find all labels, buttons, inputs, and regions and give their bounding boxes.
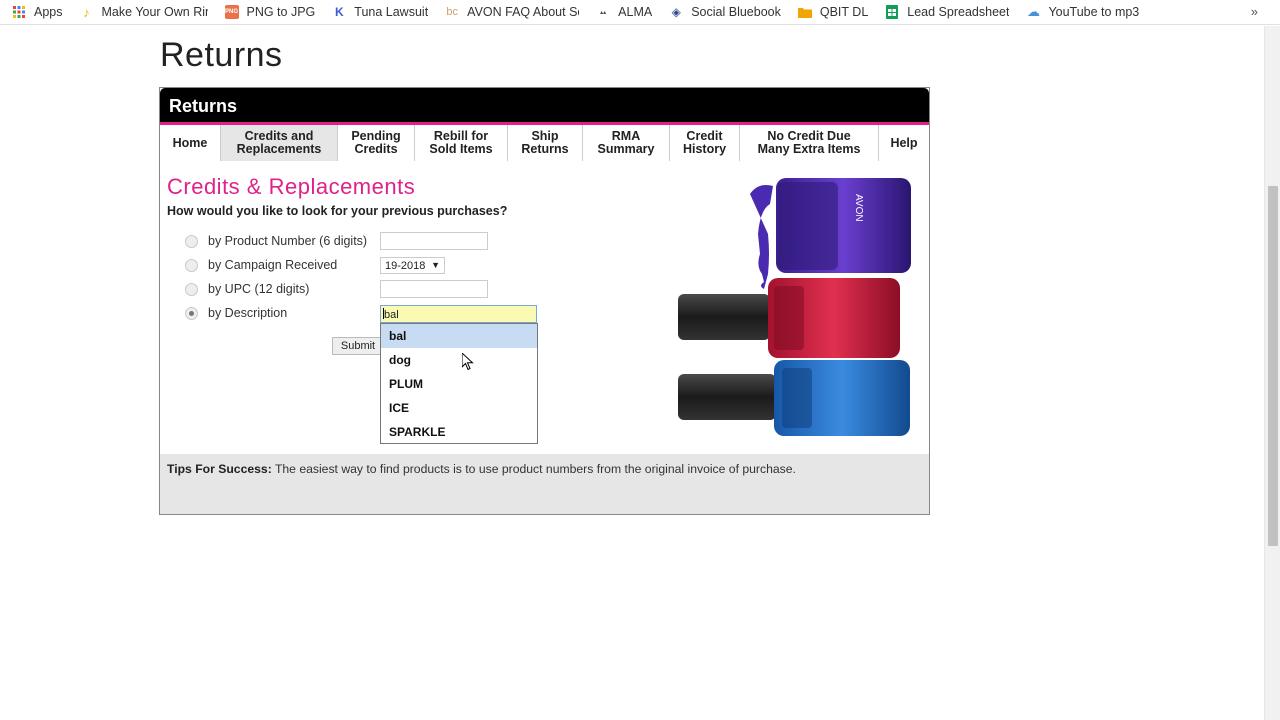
page-scrollbar[interactable] — [1264, 26, 1280, 720]
bottle-brand-text: AVON — [853, 194, 864, 222]
autocomplete-dropdown: bal dog PLUM ICE SPARKLE — [380, 323, 538, 444]
returns-panel: Returns Home Credits and Replacements Pen… — [159, 87, 930, 515]
alma-icon: ▴▴ — [600, 9, 607, 16]
bookmark-label: QBIT DL — [819, 5, 869, 19]
upc-input[interactable] — [380, 280, 488, 298]
submit-button[interactable]: Submit — [332, 337, 384, 355]
page-title: Returns — [160, 36, 283, 74]
radio-campaign[interactable] — [185, 258, 198, 272]
bookmark-label: ALMA — [618, 5, 653, 19]
nav-no-credit-due[interactable]: No Credit Due Many Extra Items — [740, 125, 879, 161]
bookmark-label: Make Your Own Ring — [101, 5, 208, 19]
nav-label: Help — [890, 135, 918, 150]
option-description[interactable]: by Description — [185, 306, 287, 320]
description-input[interactable]: bal — [380, 305, 537, 323]
nav-label-line1: Rebill for — [433, 129, 489, 143]
nav-ship-returns[interactable]: Ship Returns — [508, 125, 583, 161]
bookmark-label: Lead Spreadsheet — [907, 5, 1010, 19]
nav-label-line1: Pending — [351, 129, 401, 143]
bookmark-label: PNG to JPG — [246, 5, 316, 19]
nav-label-line2: Returns — [521, 142, 569, 156]
bookmark-qbit-dl[interactable]: QBIT DL — [797, 5, 869, 19]
nav-rma-summary[interactable]: RMA Summary — [583, 125, 670, 161]
nav-label-line2: Summary — [597, 142, 655, 156]
nav-label-line2: Many Extra Items — [757, 142, 861, 156]
bookmark-label: YouTube to mp3 — [1048, 5, 1140, 19]
scrollbar-thumb[interactable] — [1268, 186, 1278, 546]
suggestion-item[interactable]: PLUM — [381, 372, 537, 396]
nav-credit-history[interactable]: Credit History — [670, 125, 740, 161]
option-label: by Description — [208, 306, 288, 320]
nav-credits-replacements[interactable]: Credits and Replacements — [221, 125, 338, 161]
nav-pending-credits[interactable]: Pending Credits — [338, 125, 415, 161]
option-label: by Product Number (6 digits) — [208, 234, 368, 248]
mouse-cursor-icon — [461, 351, 474, 376]
tips-text: The easiest way to find products is to u… — [274, 462, 796, 476]
bookmark-alma[interactable]: ▴▴ ALMA — [596, 5, 652, 19]
panel-header: Returns — [160, 88, 929, 122]
nav-help[interactable]: Help — [879, 125, 929, 161]
folder-icon — [797, 5, 812, 19]
search-question: How would you like to look for your prev… — [167, 204, 508, 218]
bookmark-social-bluebook[interactable]: ◈ Social Bluebook — [669, 5, 781, 19]
bookmark-label: AVON FAQ About Se — [467, 5, 580, 19]
campaign-select[interactable]: 19-2018 ▼ — [380, 257, 445, 274]
book-icon: ◈ — [671, 5, 681, 19]
sheets-icon — [885, 5, 899, 19]
option-product-number[interactable]: by Product Number (6 digits) — [185, 234, 367, 248]
suggestion-item[interactable]: SPARKLE — [381, 420, 537, 444]
nav-home[interactable]: Home — [160, 125, 221, 161]
bookmark-avon-faq[interactable]: bc AVON FAQ About Se — [445, 5, 579, 19]
option-label: by UPC (12 digits) — [208, 282, 310, 296]
bookmark-apps[interactable]: Apps — [12, 5, 63, 19]
bc-icon: bc — [446, 6, 458, 18]
radio-description[interactable] — [185, 306, 198, 320]
music-note-icon: ♪ — [83, 5, 90, 19]
suggestion-item[interactable]: ICE — [381, 396, 537, 420]
bookmarks-bar: Apps ♪ Make Your Own Ring PNG PNG to JPG… — [0, 0, 1280, 25]
option-upc[interactable]: by UPC (12 digits) — [185, 282, 309, 296]
returns-nav: Home Credits and Replacements Pending Cred… — [160, 125, 929, 161]
bookmark-label: Apps — [34, 5, 63, 19]
option-label: by Campaign Received — [208, 258, 338, 272]
nav-label-line1: Credit — [686, 129, 723, 143]
cloud-download-icon: ☁ — [1026, 5, 1040, 19]
description-input-value: bal — [384, 309, 399, 321]
nav-label-line2: Credits — [354, 142, 398, 156]
suggestion-item[interactable]: bal — [381, 324, 537, 348]
nav-rebill-sold-items[interactable]: Rebill for Sold Items — [415, 125, 508, 161]
suggestion-item[interactable]: dog — [381, 348, 537, 372]
dropdown-arrow-icon: ▼ — [431, 260, 440, 270]
nav-label-line1: RMA — [611, 129, 641, 143]
section-title: Credits & Replacements — [167, 174, 416, 199]
nav-label-line2: Replacements — [236, 142, 322, 156]
tips-label: Tips For Success: — [167, 462, 272, 476]
tips-box: Tips For Success: The easiest way to fin… — [160, 454, 929, 514]
radio-upc[interactable] — [185, 282, 198, 296]
radio-product-number[interactable] — [185, 234, 198, 248]
apps-grid-icon — [12, 5, 26, 19]
bookmarks-overflow-button[interactable]: » — [1251, 4, 1258, 19]
nav-label-line2: History — [682, 142, 727, 156]
product-number-input[interactable] — [380, 232, 488, 250]
png-jpg-icon: PNG — [224, 5, 239, 19]
nav-label-line1: No Credit Due — [767, 129, 851, 143]
nav-label-line2: Sold Items — [429, 142, 493, 156]
k-icon: K — [334, 5, 344, 19]
nav-label-line1: Credits and — [244, 129, 314, 143]
bookmark-label: Social Bluebook — [691, 5, 781, 19]
nav-label-line1: Ship — [531, 129, 559, 143]
option-campaign[interactable]: by Campaign Received — [185, 258, 337, 272]
bookmark-tuna-lawsuit[interactable]: K Tuna Lawsuit — [332, 5, 428, 19]
bookmark-lead-spreadsheet[interactable]: Lead Spreadsheet — [885, 5, 1009, 19]
nav-label: Home — [172, 135, 208, 150]
nail-polish-image: AVON — [678, 174, 913, 436]
bookmark-label: Tuna Lawsuit — [354, 5, 429, 19]
bookmark-youtube-mp3[interactable]: ☁ YouTube to mp3 — [1026, 5, 1139, 19]
bookmark-png-to-jpg[interactable]: PNG PNG to JPG — [224, 5, 316, 19]
campaign-select-value: 19-2018 — [385, 260, 426, 272]
bookmark-ringtone[interactable]: ♪ Make Your Own Ring — [80, 5, 208, 19]
